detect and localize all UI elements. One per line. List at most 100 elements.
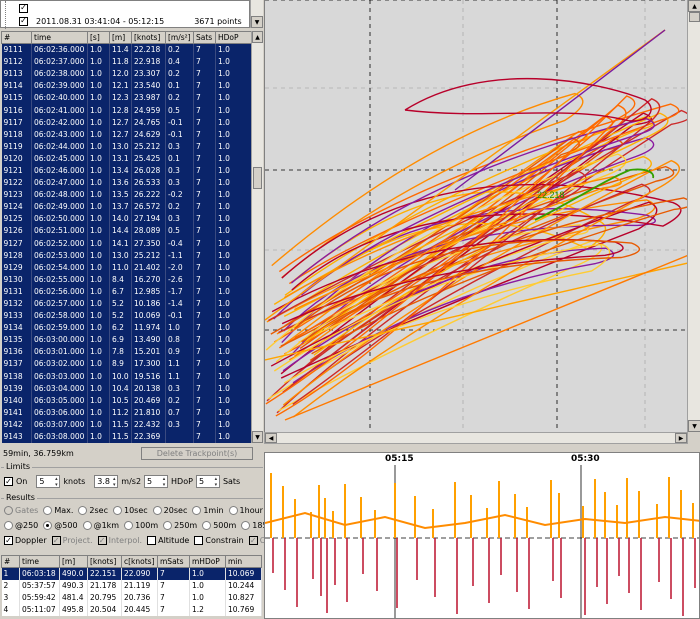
- result-check[interactable]: ✓ Project.: [51, 536, 93, 545]
- radio-button[interactable]: [124, 521, 134, 530]
- hdop-limit-spinner[interactable]: 5: [144, 475, 169, 488]
- grid-header-cell[interactable]: HDoP: [215, 31, 252, 44]
- map-horizontal-scroll[interactable]: ◀ ▶: [264, 432, 700, 452]
- results-header-cell[interactable]: [m]: [59, 555, 88, 568]
- result-check[interactable]: ✓ Interpol.: [97, 536, 142, 545]
- result-check[interactable]: Constrain: [194, 536, 244, 545]
- map-scroll-left[interactable]: ◀: [265, 433, 277, 443]
- grid-header-cell[interactable]: #: [1, 31, 32, 44]
- grid-header-cell[interactable]: [m]: [109, 31, 132, 44]
- tree-row-1[interactable]: ✓: [19, 2, 28, 14]
- table-row[interactable]: 9133 06:02:58.000 1.0 5.2 10.069 -0.1 7 1.0: [1, 309, 252, 322]
- radio-button[interactable]: [4, 521, 13, 530]
- table-row[interactable]: 9130 06:02:55.000 1.0 8.4 16.270 -2.6 7 1.0: [1, 273, 252, 286]
- table-row[interactable]: 9113 06:02:38.000 1.0 12.0 23.307 0.2 7 1.0: [1, 67, 252, 80]
- result-check[interactable]: ✓ Doppler: [4, 536, 47, 545]
- tree-check-1[interactable]: ✓: [19, 3, 28, 13]
- result-option[interactable]: Max.: [43, 506, 73, 515]
- delete-trackpoints-button[interactable]: Delete Trackpoint(s): [141, 446, 253, 460]
- result-option[interactable]: Gates: [4, 506, 38, 515]
- map-scroll-right[interactable]: ▶: [675, 433, 687, 443]
- result-option[interactable]: 20sec: [152, 506, 187, 515]
- limits-on-check[interactable]: ✓: [4, 477, 13, 486]
- map-scroll-down[interactable]: ▼: [688, 420, 700, 432]
- checkbox[interactable]: ✓: [97, 536, 107, 545]
- result-option[interactable]: 100m: [124, 521, 158, 530]
- grid-scrollbar[interactable]: ▲ ▼: [251, 31, 263, 443]
- table-row[interactable]: 9138 06:03:03.000 1.0 10.0 19.516 1.1 7 1.0: [1, 370, 252, 383]
- result-option[interactable]: @250: [4, 521, 38, 530]
- radio-button[interactable]: [202, 521, 212, 530]
- result-option[interactable]: 1hour: [228, 506, 263, 515]
- radio-button[interactable]: [4, 506, 13, 515]
- radio-button[interactable]: [228, 506, 238, 515]
- table-row[interactable]: 9137 06:03:02.000 1.0 8.9 17.300 1.1 7 1.0: [1, 357, 252, 371]
- track-tree[interactable]: ✓ ✓ 2011.08.31 03:41:04 - 05:12:15 3671 …: [0, 0, 250, 29]
- grid-header-cell[interactable]: [m/s²]: [165, 31, 194, 44]
- table-row[interactable]: 9125 06:02:50.000 1.0 14.0 27.194 0.3 7 1.0: [1, 212, 252, 225]
- sats-limit-spinner[interactable]: 5: [195, 475, 220, 488]
- results-table[interactable]: # time [m] [knots] c[knots] mSats mHDoP min 1 06…: [1, 555, 262, 616]
- table-row[interactable]: 9128 06:02:53.000 1.0 13.0 25.212 -1.1 7 1.0: [1, 249, 252, 262]
- speed-timeline[interactable]: 05:15 05:30: [264, 452, 700, 619]
- map-scroll-up[interactable]: ▲: [688, 0, 700, 12]
- radio-button[interactable]: [43, 506, 53, 515]
- tree-scroll-down[interactable]: ▼: [251, 16, 263, 28]
- result-option[interactable]: @1km: [82, 521, 119, 530]
- table-row[interactable]: 9124 06:02:49.000 1.0 13.7 26.572 0.2 7 1.0: [1, 200, 252, 213]
- result-option[interactable]: 10sec: [113, 506, 148, 515]
- grid-header-cell[interactable]: time: [31, 31, 88, 44]
- table-row[interactable]: 9118 06:02:43.000 1.0 12.7 24.629 -0.1 7 1.0: [1, 128, 252, 141]
- table-row[interactable]: 9127 06:02:52.000 1.0 14.1 27.350 -0.4 7 1.0: [1, 237, 252, 250]
- table-row[interactable]: 9141 06:03:06.000 1.0 11.2 21.810 0.7 7 1.0: [1, 406, 252, 419]
- table-row[interactable]: 9129 06:02:54.000 1.0 11.0 21.402 -2.0 7 1.0: [1, 261, 252, 274]
- table-row[interactable]: 9136 06:03:01.000 1.0 7.8 15.201 0.9 7 1.0: [1, 345, 252, 358]
- accel-limit-spinner[interactable]: 3.8: [94, 475, 119, 488]
- tree-scrollbar[interactable]: ▼: [250, 0, 263, 28]
- table-row[interactable]: 3 05:59:42 481.4 20.795 20.736 7 1.0 10.827: [1, 591, 262, 604]
- table-row[interactable]: 9114 06:02:39.000 1.0 12.1 23.540 0.1 7 1.0: [1, 79, 252, 92]
- table-row[interactable]: 9139 06:03:04.000 1.0 10.4 20.138 0.3 7 1.0: [1, 382, 252, 395]
- table-row[interactable]: 9120 06:02:45.000 1.0 13.1 25.425 0.1 7 1.0: [1, 152, 252, 165]
- table-row[interactable]: 2 05:37:57 490.3 21.178 21.119 7 1.0 10.244: [1, 579, 262, 592]
- result-check[interactable]: Altitude: [147, 536, 189, 545]
- map-hscroll-track[interactable]: ◀ ▶: [264, 432, 688, 444]
- speed-limit-spinner[interactable]: 5: [36, 475, 61, 488]
- radio-button[interactable]: [82, 521, 92, 530]
- table-row[interactable]: 9119 06:02:44.000 1.0 13.0 25.212 0.3 7 1.0: [1, 140, 252, 153]
- result-option[interactable]: 250m: [163, 521, 197, 530]
- table-row[interactable]: 9140 06:03:05.000 1.0 10.5 20.469 0.2 7 1.0: [1, 394, 252, 407]
- table-row[interactable]: 9117 06:02:42.000 1.0 12.7 24.765 -0.1 7 1.0: [1, 116, 252, 129]
- result-option[interactable]: @500: [43, 521, 78, 530]
- table-row[interactable]: 9135 06:03:00.000 1.0 6.9 13.490 0.8 7 1.0: [1, 333, 252, 346]
- table-row[interactable]: 9115 06:02:40.000 1.0 12.3 23.987 0.2 7 1.0: [1, 91, 252, 104]
- radio-button[interactable]: [241, 521, 251, 530]
- table-row[interactable]: 9143 06:03:08.000 1.0 11.5 22.369 7 1.0: [1, 430, 252, 443]
- table-row[interactable]: 9142 06:03:07.000 1.0 11.5 22.432 0.3 7 1.0: [1, 418, 252, 431]
- grid-header-cell[interactable]: [knots]: [131, 31, 166, 44]
- result-option[interactable]: 500m: [202, 521, 236, 530]
- table-row[interactable]: 1 06:03:18 490.0 22.151 22.090 7 1.0 10.069: [1, 567, 262, 580]
- checkbox[interactable]: [147, 536, 157, 545]
- table-row[interactable]: 9121 06:02:46.000 1.0 13.4 26.028 0.3 7 1.0: [1, 164, 252, 177]
- table-row[interactable]: 9116 06:02:41.000 1.0 12.8 24.959 0.5 7 1.0: [1, 103, 252, 117]
- table-row[interactable]: 9126 06:02:51.000 1.0 14.4 28.089 0.5 7 1.0: [1, 224, 252, 237]
- grid-scroll-down[interactable]: ▼: [252, 431, 263, 443]
- table-row[interactable]: 9134 06:02:59.000 1.0 6.2 11.974 1.0 7 1.0: [1, 321, 252, 334]
- checkbox[interactable]: ✓: [4, 536, 13, 545]
- trackpoint-grid[interactable]: # time [s] [m] [knots] [m/s²] Sats HDoP 9111 06:…: [1, 31, 252, 443]
- tree-check-track[interactable]: ✓: [19, 16, 28, 26]
- grid-header-cell[interactable]: [s]: [87, 31, 110, 44]
- grid-scroll-thumb[interactable]: [253, 167, 262, 189]
- grid-header-cell[interactable]: Sats: [193, 31, 216, 44]
- results-header-cell[interactable]: [knots]: [87, 555, 122, 568]
- results-body[interactable]: 1 06:03:18 490.0 22.151 22.090 7 1.0 10.069 2 05:…: [1, 567, 262, 616]
- radio-button[interactable]: [192, 506, 202, 515]
- table-row[interactable]: 9111 06:02:36.000 1.0 11.4 22.218 0.2 7 1.0: [1, 43, 252, 56]
- result-option[interactable]: 1min: [192, 506, 224, 515]
- results-header-cell[interactable]: mSats: [157, 555, 190, 568]
- table-row[interactable]: 9122 06:02:47.000 1.0 13.6 26.533 0.3 7 1.0: [1, 176, 252, 189]
- results-header-cell[interactable]: mHDoP: [189, 555, 226, 568]
- checkbox[interactable]: ✓: [51, 536, 61, 545]
- track-map[interactable]: 22.218 ▲ ▼: [264, 0, 700, 432]
